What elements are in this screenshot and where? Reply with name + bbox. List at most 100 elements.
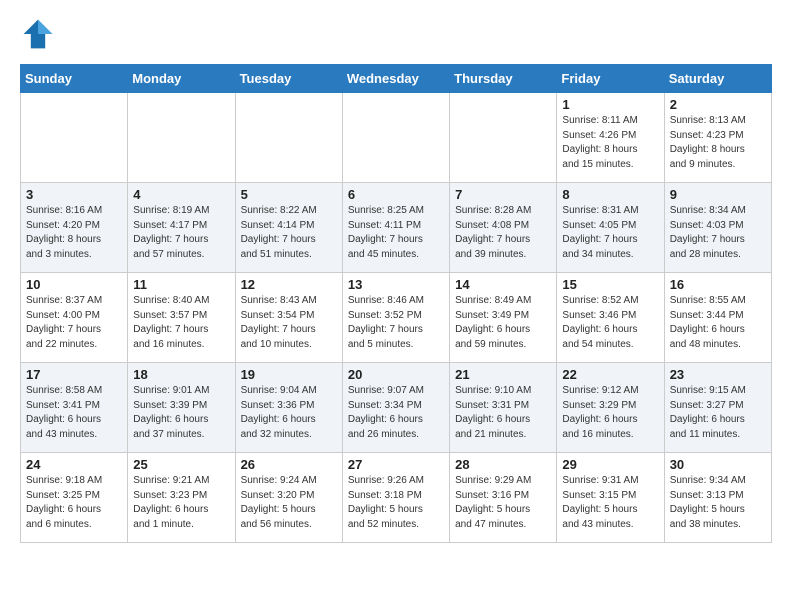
weekday-saturday: Saturday [664,65,771,93]
day-info: Sunrise: 8:43 AMSunset: 3:54 PMDaylight:… [241,294,337,352]
day-info: Sunrise: 8:25 AMSunset: 4:11 PMDaylight:… [348,204,444,262]
calendar-table: SundayMondayTuesdayWednesdayThursdayFrid… [20,64,772,543]
calendar-cell: 22 Sunrise: 9:12 AMSunset: 3:29 PMDayligh… [557,363,664,453]
day-number: 7 [455,187,551,202]
day-info: Sunrise: 9:15 AMSunset: 3:27 PMDaylight:… [670,384,766,442]
day-number: 28 [455,457,551,472]
week-row-4: 24 Sunrise: 9:18 AMSunset: 3:25 PMDayligh… [21,453,772,543]
day-number: 26 [241,457,337,472]
calendar-cell: 26Sunrise: 9:24 AMSunset: 3:20 PMDayligh… [235,453,342,543]
calendar-cell: 6 Sunrise: 8:25 AMSunset: 4:11 PMDaylight… [342,183,449,273]
day-info: Sunrise: 8:31 AMSunset: 4:05 PMDaylight:… [562,204,658,262]
day-info: Sunrise: 8:19 AMSunset: 4:17 PMDaylight:… [133,204,229,262]
day-info: Sunrise: 9:31 AMSunset: 3:15 PMDaylight:… [562,474,658,532]
day-number: 4 [133,187,229,202]
day-number: 5 [241,187,337,202]
day-info: Sunrise: 9:18 AMSunset: 3:25 PMDaylight:… [26,474,122,532]
weekday-friday: Friday [557,65,664,93]
calendar-cell: 13 Sunrise: 8:46 AMSunset: 3:52 PMDayligh… [342,273,449,363]
header [20,16,772,52]
day-info: Sunrise: 8:16 AMSunset: 4:20 PMDaylight:… [26,204,122,262]
week-row-2: 10Sunrise: 8:37 AMSunset: 4:00 PMDayligh… [21,273,772,363]
day-number: 9 [670,187,766,202]
day-number: 21 [455,367,551,382]
day-number: 10 [26,277,122,292]
calendar-cell [235,93,342,183]
weekday-wednesday: Wednesday [342,65,449,93]
day-info: Sunrise: 8:13 AMSunset: 4:23 PMDaylight:… [670,114,766,172]
day-info: Sunrise: 8:46 AMSunset: 3:52 PMDaylight:… [348,294,444,352]
day-info: Sunrise: 9:26 AMSunset: 3:18 PMDaylight:… [348,474,444,532]
day-number: 30 [670,457,766,472]
calendar-cell: 20Sunrise: 9:07 AMSunset: 3:34 PMDayligh… [342,363,449,453]
calendar-cell [342,93,449,183]
week-row-1: 3 Sunrise: 8:16 AMSunset: 4:20 PMDaylight… [21,183,772,273]
calendar-cell: 9 Sunrise: 8:34 AMSunset: 4:03 PMDaylight… [664,183,771,273]
calendar-cell: 11 Sunrise: 8:40 AMSunset: 3:57 PMDayligh… [128,273,235,363]
day-number: 27 [348,457,444,472]
calendar-cell: 25Sunrise: 9:21 AMSunset: 3:23 PMDayligh… [128,453,235,543]
calendar-cell: 5 Sunrise: 8:22 AMSunset: 4:14 PMDaylight… [235,183,342,273]
calendar-cell: 24 Sunrise: 9:18 AMSunset: 3:25 PMDayligh… [21,453,128,543]
day-info: Sunrise: 8:52 AMSunset: 3:46 PMDaylight:… [562,294,658,352]
day-number: 1 [562,97,658,112]
weekday-tuesday: Tuesday [235,65,342,93]
calendar-cell: 19 Sunrise: 9:04 AMSunset: 3:36 PMDayligh… [235,363,342,453]
day-number: 23 [670,367,766,382]
day-info: Sunrise: 9:29 AMSunset: 3:16 PMDaylight:… [455,474,551,532]
day-number: 13 [348,277,444,292]
day-info: Sunrise: 8:40 AMSunset: 3:57 PMDaylight:… [133,294,229,352]
day-info: Sunrise: 8:55 AMSunset: 3:44 PMDaylight:… [670,294,766,352]
day-info: Sunrise: 9:34 AMSunset: 3:13 PMDaylight:… [670,474,766,532]
day-info: Sunrise: 8:58 AMSunset: 3:41 PMDaylight:… [26,384,122,442]
day-number: 6 [348,187,444,202]
calendar-cell: 1 Sunrise: 8:11 AMSunset: 4:26 PMDaylight… [557,93,664,183]
calendar-cell: 21 Sunrise: 9:10 AMSunset: 3:31 PMDayligh… [450,363,557,453]
day-info: Sunrise: 8:11 AMSunset: 4:26 PMDaylight:… [562,114,658,172]
day-info: Sunrise: 8:34 AMSunset: 4:03 PMDaylight:… [670,204,766,262]
calendar-cell: 12Sunrise: 8:43 AMSunset: 3:54 PMDayligh… [235,273,342,363]
day-info: Sunrise: 9:12 AMSunset: 3:29 PMDaylight:… [562,384,658,442]
calendar-cell: 17 Sunrise: 8:58 AMSunset: 3:41 PMDayligh… [21,363,128,453]
week-row-0: 1 Sunrise: 8:11 AMSunset: 4:26 PMDaylight… [21,93,772,183]
calendar-cell: 16Sunrise: 8:55 AMSunset: 3:44 PMDayligh… [664,273,771,363]
day-number: 29 [562,457,658,472]
page: SundayMondayTuesdayWednesdayThursdayFrid… [0,0,792,559]
calendar-cell: 18Sunrise: 9:01 AMSunset: 3:39 PMDayligh… [128,363,235,453]
weekday-sunday: Sunday [21,65,128,93]
week-row-3: 17 Sunrise: 8:58 AMSunset: 3:41 PMDayligh… [21,363,772,453]
day-number: 15 [562,277,658,292]
day-number: 24 [26,457,122,472]
calendar-cell: 14 Sunrise: 8:49 AMSunset: 3:49 PMDayligh… [450,273,557,363]
day-number: 20 [348,367,444,382]
day-info: Sunrise: 9:10 AMSunset: 3:31 PMDaylight:… [455,384,551,442]
day-info: Sunrise: 9:04 AMSunset: 3:36 PMDaylight:… [241,384,337,442]
calendar-cell [450,93,557,183]
calendar-cell: 7 Sunrise: 8:28 AMSunset: 4:08 PMDaylight… [450,183,557,273]
day-number: 22 [562,367,658,382]
day-number: 3 [26,187,122,202]
logo [20,16,60,52]
weekday-header-row: SundayMondayTuesdayWednesdayThursdayFrid… [21,65,772,93]
calendar-cell: 27 Sunrise: 9:26 AMSunset: 3:18 PMDayligh… [342,453,449,543]
day-info: Sunrise: 8:49 AMSunset: 3:49 PMDaylight:… [455,294,551,352]
day-info: Sunrise: 8:28 AMSunset: 4:08 PMDaylight:… [455,204,551,262]
day-number: 17 [26,367,122,382]
calendar-cell [128,93,235,183]
calendar-cell: 29 Sunrise: 9:31 AMSunset: 3:15 PMDayligh… [557,453,664,543]
calendar-cell: 28 Sunrise: 9:29 AMSunset: 3:16 PMDayligh… [450,453,557,543]
calendar-cell: 2Sunrise: 8:13 AMSunset: 4:23 PMDaylight… [664,93,771,183]
day-number: 19 [241,367,337,382]
day-info: Sunrise: 9:01 AMSunset: 3:39 PMDaylight:… [133,384,229,442]
logo-icon [20,16,56,52]
calendar-cell: 10Sunrise: 8:37 AMSunset: 4:00 PMDayligh… [21,273,128,363]
calendar-cell: 4 Sunrise: 8:19 AMSunset: 4:17 PMDaylight… [128,183,235,273]
calendar-cell: 3 Sunrise: 8:16 AMSunset: 4:20 PMDaylight… [21,183,128,273]
day-info: Sunrise: 9:21 AMSunset: 3:23 PMDaylight:… [133,474,229,532]
day-info: Sunrise: 8:22 AMSunset: 4:14 PMDaylight:… [241,204,337,262]
calendar-cell: 30 Sunrise: 9:34 AMSunset: 3:13 PMDayligh… [664,453,771,543]
calendar-cell: 15 Sunrise: 8:52 AMSunset: 3:46 PMDayligh… [557,273,664,363]
weekday-thursday: Thursday [450,65,557,93]
day-number: 14 [455,277,551,292]
day-number: 11 [133,277,229,292]
